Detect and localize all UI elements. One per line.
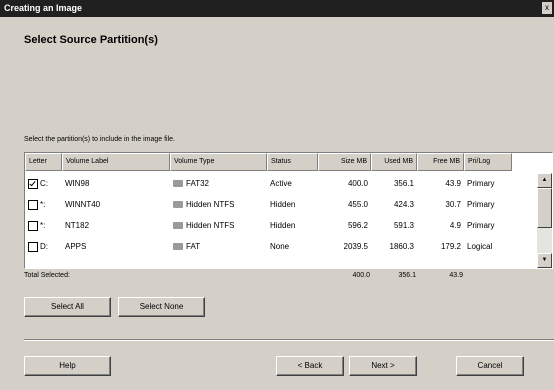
free-mb: 30.7 bbox=[445, 200, 461, 209]
status: Hidden bbox=[270, 200, 296, 209]
volume-label: WIN98 bbox=[65, 179, 90, 188]
column-header-row: Letter Volume Label Volume Type Status S… bbox=[25, 153, 537, 171]
title-bar: Creating an Image x bbox=[0, 0, 554, 17]
letter-cell: C: bbox=[25, 178, 62, 189]
drive-letter: *: bbox=[40, 200, 46, 209]
table-row[interactable]: C: WIN98 FAT32 Active 400.0 356.1 43.9 P… bbox=[25, 173, 537, 194]
total-free: 43.9 bbox=[449, 272, 463, 279]
select-none-button[interactable]: Select None bbox=[118, 297, 205, 317]
instruction-text: Select the partition(s) to include in th… bbox=[24, 136, 175, 143]
volume-type: FAT bbox=[186, 242, 201, 251]
column-header-status[interactable]: Status bbox=[267, 153, 318, 171]
scroll-thumb[interactable] bbox=[537, 188, 552, 228]
letter-cell: *: bbox=[25, 220, 62, 231]
pri-log: Primary bbox=[467, 179, 495, 188]
image-wizard-window: Creating an Image x Select Source Partit… bbox=[0, 0, 554, 390]
letter-cell: *: bbox=[25, 199, 62, 210]
partition-list[interactable]: Letter Volume Label Volume Type Status S… bbox=[24, 152, 553, 269]
vertical-scrollbar[interactable]: ▲ ▼ bbox=[537, 173, 552, 268]
free-mb: 179.2 bbox=[440, 242, 461, 251]
type-cell: Hidden NTFS bbox=[170, 221, 267, 230]
used-mb: 591.3 bbox=[393, 221, 414, 230]
column-header-volume-label[interactable]: Volume Label bbox=[62, 153, 170, 171]
cancel-button[interactable]: Cancel bbox=[456, 356, 524, 376]
type-cell: FAT bbox=[170, 242, 267, 251]
size-mb: 596.2 bbox=[347, 221, 368, 230]
partition-checkbox[interactable] bbox=[28, 241, 38, 252]
table-row[interactable]: D: APPS FAT None 2039.5 1860.3 179.2 Log… bbox=[25, 236, 537, 257]
type-cell: Hidden NTFS bbox=[170, 200, 267, 209]
drive-letter: *: bbox=[40, 221, 46, 230]
divider bbox=[24, 339, 554, 341]
scroll-down-icon[interactable]: ▼ bbox=[537, 253, 552, 268]
partition-checkbox[interactable] bbox=[28, 199, 38, 210]
drive-icon bbox=[173, 180, 183, 187]
free-mb: 43.9 bbox=[445, 179, 461, 188]
total-used: 356.1 bbox=[398, 272, 416, 279]
drive-letter: D: bbox=[40, 242, 48, 251]
used-mb: 424.3 bbox=[393, 200, 414, 209]
volume-label: WINNT40 bbox=[65, 200, 101, 209]
volume-label: NT182 bbox=[65, 221, 90, 230]
scroll-up-icon[interactable]: ▲ bbox=[537, 173, 552, 188]
status: Active bbox=[270, 179, 292, 188]
partition-checkbox[interactable] bbox=[28, 220, 38, 231]
column-header-pri-log[interactable]: Pri/Log bbox=[464, 153, 512, 171]
drive-letter: C: bbox=[40, 179, 48, 188]
pri-log: Primary bbox=[467, 200, 495, 209]
total-selected-label: Total Selected: bbox=[24, 272, 70, 279]
used-mb: 1860.3 bbox=[389, 242, 414, 251]
size-mb: 2039.5 bbox=[343, 242, 368, 251]
volume-label: APPS bbox=[65, 242, 87, 251]
column-header-volume-type[interactable]: Volume Type bbox=[170, 153, 267, 171]
volume-type: FAT32 bbox=[186, 179, 209, 188]
pri-log: Primary bbox=[467, 221, 495, 230]
total-size: 400.0 bbox=[352, 272, 370, 279]
letter-cell: D: bbox=[25, 241, 62, 252]
column-header-size[interactable]: Size MB bbox=[318, 153, 371, 171]
used-mb: 356.1 bbox=[393, 179, 414, 188]
drive-icon bbox=[173, 243, 183, 250]
drive-icon bbox=[173, 222, 183, 229]
partition-checkbox[interactable] bbox=[28, 178, 38, 189]
page-title: Select Source Partition(s) bbox=[24, 34, 158, 46]
type-cell: FAT32 bbox=[170, 179, 267, 188]
help-button[interactable]: Help bbox=[24, 356, 111, 376]
volume-type: Hidden NTFS bbox=[186, 221, 235, 230]
drive-icon bbox=[173, 201, 183, 208]
column-header-letter[interactable]: Letter bbox=[25, 153, 62, 171]
free-mb: 4.9 bbox=[449, 221, 461, 230]
back-button[interactable]: < Back bbox=[276, 356, 344, 376]
size-mb: 400.0 bbox=[347, 179, 368, 188]
status: None bbox=[270, 242, 290, 251]
select-all-button[interactable]: Select All bbox=[24, 297, 111, 317]
table-row[interactable]: *: WINNT40 Hidden NTFS Hidden 455.0 424.… bbox=[25, 194, 537, 215]
column-header-free[interactable]: Free MB bbox=[417, 153, 464, 171]
status: Hidden bbox=[270, 221, 296, 230]
size-mb: 455.0 bbox=[347, 200, 368, 209]
next-button[interactable]: Next > bbox=[349, 356, 417, 376]
window-title: Creating an Image bbox=[4, 3, 83, 13]
column-header-used[interactable]: Used MB bbox=[371, 153, 417, 171]
table-row[interactable]: *: NT182 Hidden NTFS Hidden 596.2 591.3 … bbox=[25, 215, 537, 236]
close-icon[interactable]: x bbox=[542, 2, 552, 14]
pri-log: Logical bbox=[467, 242, 493, 251]
totals-row: Total Selected: 400.0 356.1 43.9 bbox=[24, 272, 536, 286]
volume-type: Hidden NTFS bbox=[186, 200, 235, 209]
